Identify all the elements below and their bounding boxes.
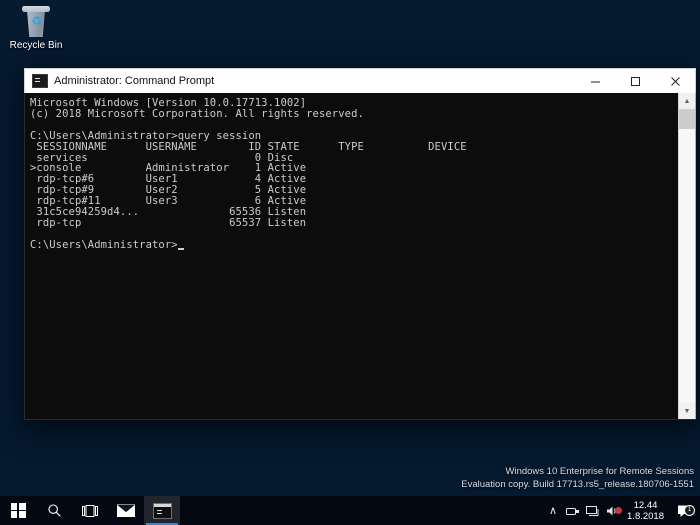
cmd-icon [152, 502, 172, 519]
network-icon[interactable] [583, 505, 603, 517]
windows-logo-icon [10, 503, 26, 518]
scroll-down-arrow-icon[interactable]: ▼ [679, 403, 695, 419]
command-prompt-task[interactable] [144, 496, 180, 525]
task-view-icon [81, 504, 98, 517]
console-cursor [177, 247, 184, 250]
taskbar-clock[interactable]: 12.44 1.8.2018 [623, 500, 672, 522]
mail-icon [117, 504, 135, 517]
console-output[interactable]: Microsoft Windows [Version 10.0.17713.10… [25, 93, 678, 419]
minimize-button[interactable] [575, 70, 615, 93]
watermark-line-2: Evaluation copy. Build 17713.rs5_release… [461, 479, 694, 490]
desktop-icon-label: Recycle Bin [9, 40, 63, 51]
maximize-button[interactable] [615, 70, 655, 93]
cmd-icon [32, 74, 48, 88]
system-tray[interactable]: ∧ 12.44 1.8.2018 1 [543, 496, 700, 525]
watermark-line-1: Windows 10 Enterprise for Remote Session… [505, 466, 695, 477]
taskbar[interactable]: ∧ 12.44 1.8.2018 1 [0, 496, 700, 525]
volume-muted-icon[interactable] [603, 505, 623, 517]
action-center-button[interactable]: 1 [672, 504, 696, 518]
console-area[interactable]: Microsoft Windows [Version 10.0.17713.10… [24, 93, 696, 420]
search-button[interactable] [36, 496, 72, 525]
usb-icon[interactable] [563, 505, 583, 517]
mute-indicator [615, 506, 623, 514]
evaluation-watermark: Windows 10 Enterprise for Remote Session… [461, 465, 694, 491]
scroll-up-arrow-icon[interactable]: ▲ [679, 93, 695, 109]
taskbar-items[interactable] [0, 496, 180, 525]
scrollbar-track[interactable] [679, 109, 695, 403]
notification-badge: 1 [684, 504, 695, 516]
task-view-button[interactable] [72, 496, 108, 525]
desktop[interactable]: ♻ Recycle Bin Administrator: Command Pro… [0, 0, 700, 525]
console-scrollbar[interactable]: ▲ ▼ [678, 93, 696, 419]
desktop-icon-recycle-bin[interactable]: ♻ Recycle Bin [4, 4, 68, 52]
clock-time: 12.44 [633, 499, 658, 511]
scrollbar-thumb[interactable] [679, 109, 695, 129]
window-titlebar[interactable]: Administrator: Command Prompt [24, 68, 696, 93]
clock-date: 1.8.2018 [627, 510, 664, 522]
close-button[interactable] [655, 70, 695, 93]
mail-app-button[interactable] [108, 496, 144, 525]
command-prompt-window[interactable]: Administrator: Command Prompt Microsoft … [24, 68, 696, 420]
start-button[interactable] [0, 496, 36, 525]
search-icon [47, 504, 61, 517]
window-title: Administrator: Command Prompt [54, 75, 215, 87]
show-hidden-icons-button[interactable]: ∧ [543, 504, 563, 517]
recycle-bin-icon: ♻ [19, 6, 53, 38]
